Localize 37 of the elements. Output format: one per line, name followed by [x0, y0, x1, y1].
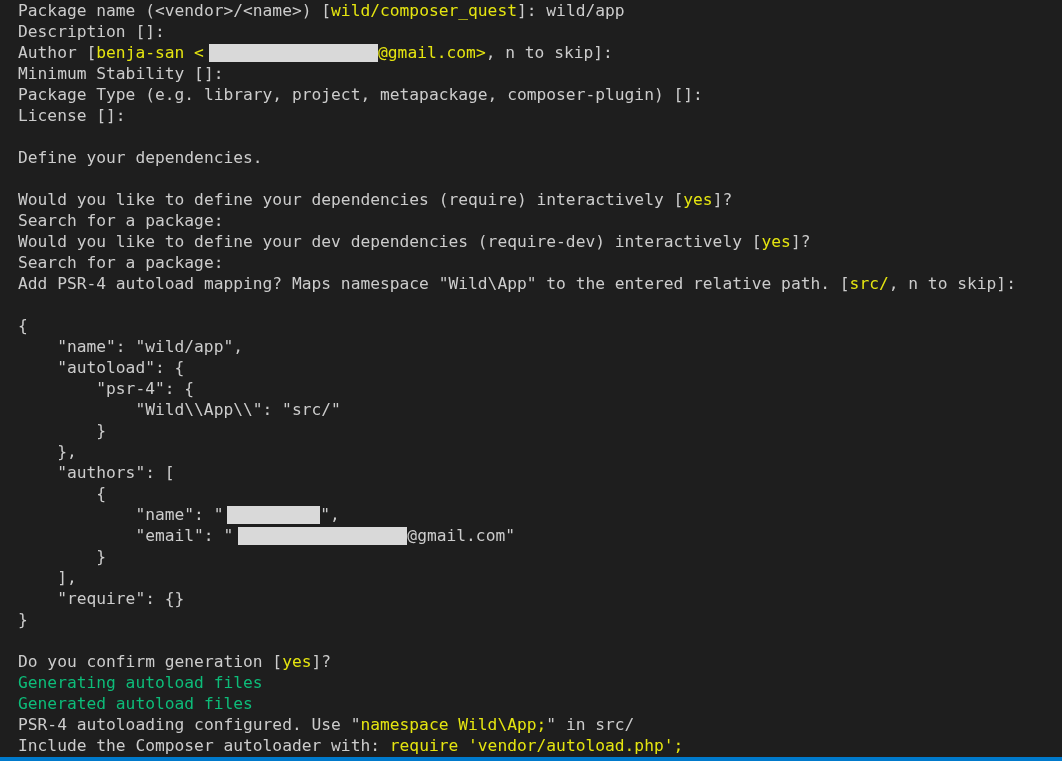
- terminal-text: @gmail.com>: [378, 42, 486, 63]
- terminal-line: Would you like to define your dependencies (require) interactively [yes]?: [18, 189, 733, 210]
- terminal-line: "require": {}: [57, 588, 185, 609]
- terminal-line: "autoload": {: [57, 357, 185, 378]
- terminal-line: Add PSR-4 autoload mapping? Maps namespace "Wild\App" to the entered relative path. [src/, n to skip]:: [18, 273, 1016, 294]
- terminal-line: }: [18, 609, 28, 630]
- terminal-text: benja-san <: [96, 42, 204, 63]
- terminal-line: Include the Composer autoloader with: require 'vendor/autoload.php';: [18, 735, 684, 756]
- terminal-text: ",: [320, 504, 340, 525]
- terminal-line: License []:: [18, 105, 126, 126]
- terminal-text: , n to skip]:: [485, 42, 613, 63]
- terminal-line: },: [57, 441, 77, 462]
- terminal-line: ],: [57, 567, 77, 588]
- terminal-line: Search for a package:: [18, 210, 224, 231]
- terminal-line: Generated autoload files: [18, 693, 253, 714]
- terminal-text: "email": ": [135, 525, 234, 546]
- terminal-line: "psr-4": {: [96, 378, 195, 399]
- terminal-line: Would you like to define your dev dependencies (require-dev) interactively [yes]?: [18, 231, 811, 252]
- terminal-text: Author [: [18, 42, 97, 63]
- terminal-line: }: [96, 420, 107, 441]
- terminal-line: "name": "wild/app",: [57, 336, 243, 357]
- terminal-line: {: [18, 315, 28, 336]
- terminal-line: "authors": [: [57, 462, 175, 483]
- terminal-text: "name": ": [135, 504, 224, 525]
- terminal-line: PSR-4 autoloading configured. Use "namespace Wild\App;" in src/: [18, 714, 635, 735]
- terminal-line: Search for a package:: [18, 252, 224, 273]
- terminal-line: Package name (<vendor>/<name>) [wild/composer_quest]: wild/app: [18, 0, 625, 21]
- terminal-line: Package Type (e.g. library, project, metapackage, composer-plugin) []:: [18, 84, 703, 105]
- terminal-line: Do you confirm generation [yes]?: [18, 651, 332, 672]
- terminal-line: }: [96, 546, 107, 567]
- terminal-line: Description []:: [18, 21, 165, 42]
- terminal-line: Minimum Stability []:: [18, 63, 224, 84]
- terminal-line: {: [96, 483, 107, 504]
- terminal-line: Define your dependencies.: [18, 147, 263, 168]
- terminal-line: "Wild\\App\\": "src/": [135, 399, 341, 420]
- terminal-line: Generating autoload files: [18, 672, 263, 693]
- terminal-text: @gmail.com": [407, 525, 515, 546]
